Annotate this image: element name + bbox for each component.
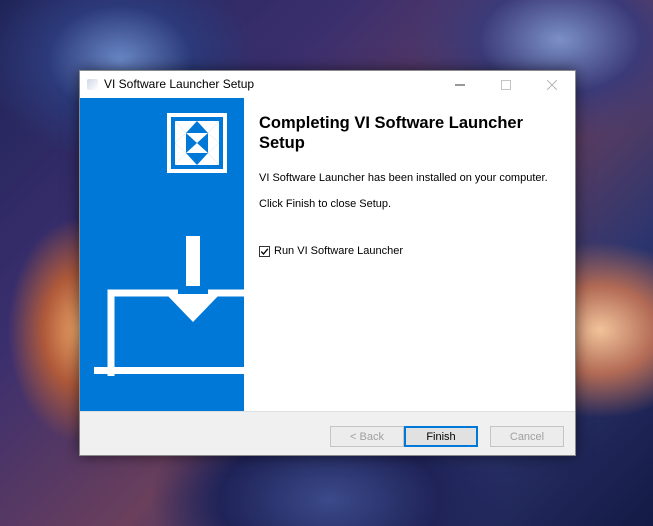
logo-icon bbox=[167, 113, 227, 173]
run-launcher-option[interactable]: Run VI Software Launcher bbox=[259, 245, 403, 257]
finish-button[interactable]: Finish bbox=[404, 426, 478, 447]
page-title: Completing VI Software Launcher Setup bbox=[259, 114, 524, 152]
download-laptop-icon bbox=[94, 236, 244, 376]
run-launcher-label[interactable]: Run VI Software Launcher bbox=[274, 245, 403, 257]
window-title: VI Software Launcher Setup bbox=[104, 77, 255, 91]
setup-dialog: VI Software Launcher Setup Completing VI… bbox=[79, 70, 576, 456]
maximize-icon bbox=[501, 79, 511, 90]
minimize-button[interactable] bbox=[437, 71, 483, 98]
cancel-button: Cancel bbox=[490, 426, 564, 447]
close-icon bbox=[547, 79, 557, 90]
installed-message: VI Software Launcher has been installed … bbox=[259, 172, 548, 184]
finish-instruction: Click Finish to close Setup. bbox=[259, 198, 392, 210]
maximize-button bbox=[483, 71, 529, 98]
button-bar: < Back Finish Cancel bbox=[80, 411, 575, 455]
app-icon bbox=[87, 79, 98, 90]
minimize-icon bbox=[455, 84, 465, 85]
title-bar[interactable]: VI Software Launcher Setup bbox=[80, 71, 575, 98]
back-button: < Back bbox=[330, 426, 404, 447]
wizard-sidebar bbox=[80, 98, 244, 411]
run-launcher-checkbox[interactable] bbox=[259, 245, 270, 257]
checkmark-icon bbox=[260, 247, 269, 255]
close-button[interactable] bbox=[529, 71, 575, 98]
wizard-content: Completing VI Software Launcher Setup VI… bbox=[244, 98, 575, 411]
